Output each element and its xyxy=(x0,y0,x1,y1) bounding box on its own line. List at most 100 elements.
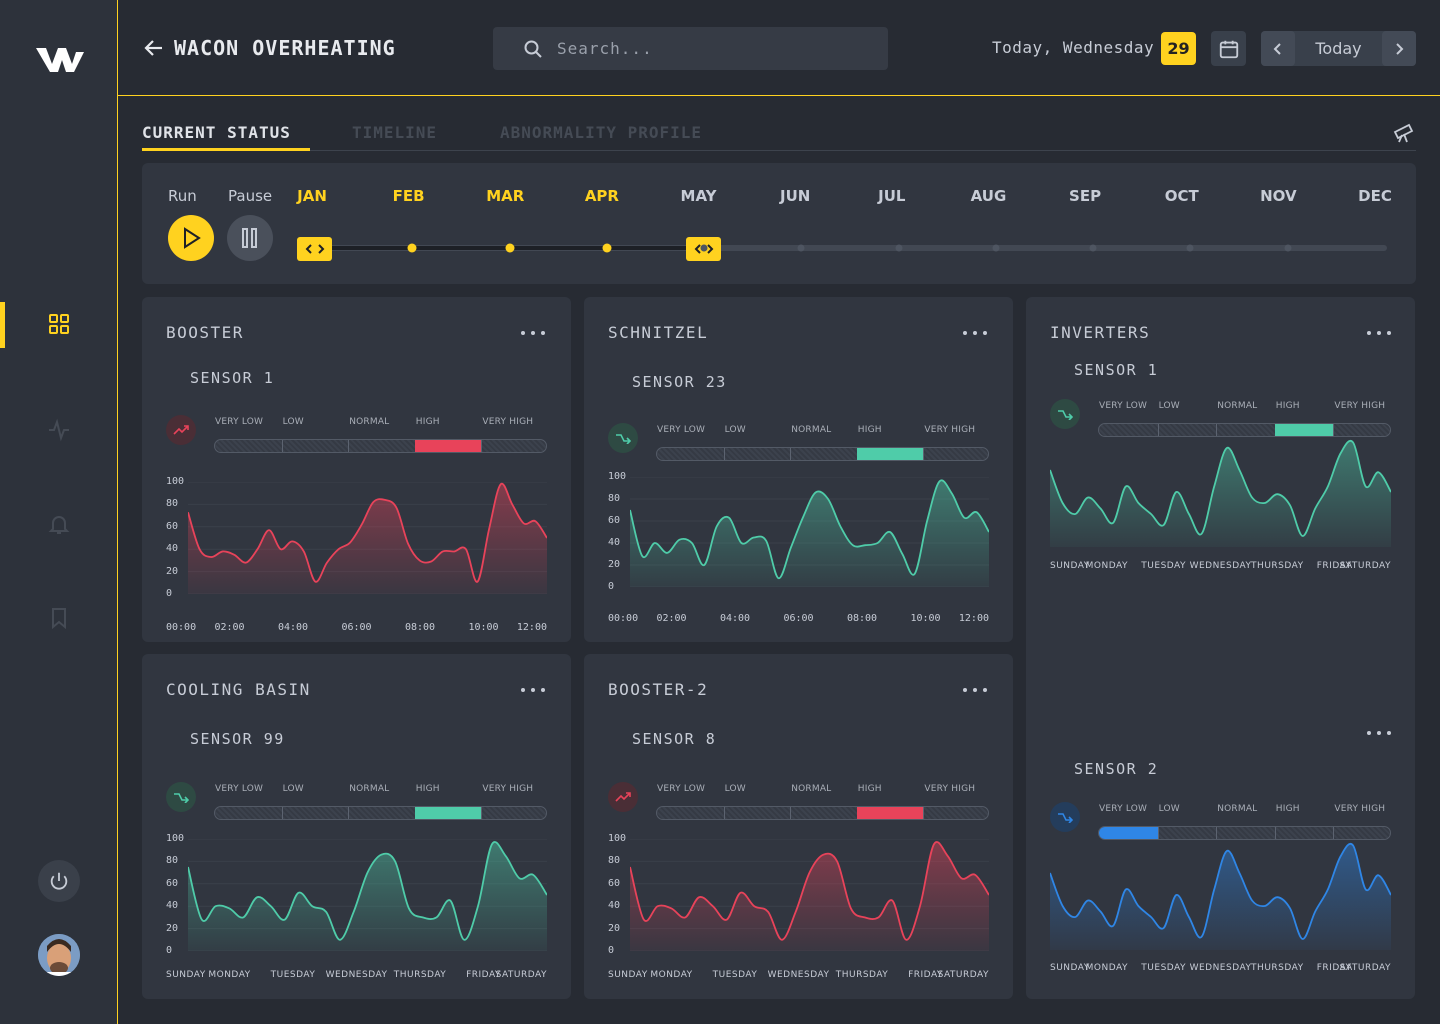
search-icon xyxy=(524,40,542,58)
month-label-dec[interactable]: DEC xyxy=(1358,187,1392,205)
calendar-button[interactable] xyxy=(1211,31,1246,66)
series-area xyxy=(630,480,989,587)
next-date-button[interactable] xyxy=(1382,31,1416,66)
x-axis-tick-label: 00:00 xyxy=(166,622,197,633)
y-axis-tick-label: 40 xyxy=(608,900,621,912)
current-date-label: Today, Wednesday xyxy=(992,38,1155,57)
scale-label: HIGH xyxy=(857,425,882,435)
scale-tick xyxy=(1157,424,1159,436)
scale-label: NORMAL xyxy=(1217,804,1258,814)
sensor-label: SENSOR 2 xyxy=(1074,760,1159,778)
chevron-right-icon xyxy=(1396,42,1404,55)
scale-label: NORMAL xyxy=(791,784,832,794)
timeline-month-marker xyxy=(1186,244,1194,252)
series-area xyxy=(188,841,547,951)
activity-nav-item[interactable] xyxy=(0,406,118,454)
month-label-mar[interactable]: MAR xyxy=(486,187,524,205)
scale-label: NORMAL xyxy=(791,425,832,435)
scale-tick xyxy=(723,448,725,460)
sensor-card: COOLING BASIN SENSOR 99 VERY LOW LOW NORMAL H… xyxy=(142,654,571,999)
more-options-icon[interactable] xyxy=(521,328,545,338)
more-options-icon[interactable] xyxy=(963,685,987,695)
more-options-icon[interactable] xyxy=(1367,728,1391,738)
card-title: INVERTERS xyxy=(1050,323,1151,342)
tab-timeline[interactable]: TIMELINE xyxy=(352,123,437,142)
scale-tick xyxy=(348,807,350,819)
previous-date-button[interactable] xyxy=(1261,31,1295,66)
scale-label: VERY HIGH xyxy=(1334,804,1386,814)
more-options-icon[interactable] xyxy=(963,328,987,338)
search-input[interactable] xyxy=(557,39,857,58)
scale-label: HIGH xyxy=(857,784,882,794)
search-bar[interactable] xyxy=(493,27,888,70)
user-avatar[interactable] xyxy=(38,934,80,976)
trend-up-icon xyxy=(166,415,196,445)
y-axis-tick-label: 20 xyxy=(608,559,621,570)
month-label-jul[interactable]: JUL xyxy=(878,187,905,205)
app-logo[interactable] xyxy=(36,44,84,74)
pause-button[interactable] xyxy=(227,215,273,261)
current-level-indicator xyxy=(856,807,924,819)
y-axis-tick-label: 0 xyxy=(608,581,615,592)
card-title: COOLING BASIN xyxy=(166,680,311,699)
y-axis-tick-label: 80 xyxy=(166,855,179,867)
sensor-area-chart xyxy=(188,839,547,951)
month-label-jun[interactable]: JUN xyxy=(780,187,810,205)
scale-tick xyxy=(1157,827,1159,839)
month-label-nov[interactable]: NOV xyxy=(1260,187,1297,205)
scale-label: VERY HIGH xyxy=(924,784,976,794)
dashboard-nav-item[interactable] xyxy=(0,300,118,348)
timeline-month-marker xyxy=(895,244,903,252)
scale-label: HIGH xyxy=(1275,804,1300,814)
run-button[interactable] xyxy=(168,215,214,261)
level-scale xyxy=(214,806,547,820)
telescope-icon[interactable] xyxy=(1392,120,1416,144)
month-label-apr[interactable]: APR xyxy=(585,187,619,205)
scale-label: NORMAL xyxy=(349,417,390,427)
month-label-oct[interactable]: OCT xyxy=(1165,187,1199,205)
y-axis-tick-label: 80 xyxy=(608,855,621,867)
more-options-icon[interactable] xyxy=(1367,328,1391,338)
level-scale xyxy=(1098,423,1391,437)
month-label-sep[interactable]: SEP xyxy=(1069,187,1101,205)
x-axis-tick-label: WEDNESDAY xyxy=(325,970,388,980)
timeline-month-marker xyxy=(992,244,1000,252)
tab-current-status[interactable]: CURRENT STATUS xyxy=(142,123,291,142)
sensor-area-chart xyxy=(1050,842,1391,950)
range-start-handle[interactable] xyxy=(297,237,332,261)
active-tab-indicator xyxy=(142,148,310,151)
notifications-nav-item[interactable] xyxy=(0,500,118,548)
x-axis-tick-label: SUNDAY xyxy=(1050,963,1090,973)
tab-abnormality-profile[interactable]: ABNORMALITY PROFILE xyxy=(500,123,702,142)
y-axis-tick-label: 0 xyxy=(608,945,615,956)
back-arrow-icon[interactable] xyxy=(144,38,164,58)
scale-tick xyxy=(923,448,925,460)
x-axis-tick-label: 12:00 xyxy=(958,613,989,624)
sensor-label: SENSOR 1 xyxy=(1074,361,1159,379)
today-button[interactable]: Today xyxy=(1295,39,1382,58)
scale-label: VERY LOW xyxy=(657,425,706,435)
bookmarks-nav-item[interactable] xyxy=(0,594,118,642)
sensor-area-chart xyxy=(630,477,989,587)
y-axis-tick-label: 80 xyxy=(166,498,179,510)
x-axis-tick-label: THURSDAY xyxy=(1251,561,1304,571)
x-axis-tick-label: TUESDAY xyxy=(270,970,316,980)
x-axis-tick-label: SATURDAY xyxy=(495,970,547,980)
scale-tick xyxy=(481,440,483,452)
scale-label: HIGH xyxy=(1275,401,1300,411)
current-level-indicator xyxy=(414,807,482,819)
current-level-indicator xyxy=(1099,827,1158,839)
scale-tick xyxy=(790,807,792,819)
month-label-aug[interactable]: AUG xyxy=(971,187,1007,205)
timeline-month-marker xyxy=(1089,244,1097,252)
power-button[interactable] xyxy=(38,860,80,902)
timeline-month-marker xyxy=(700,244,708,252)
trend-down-icon xyxy=(1050,802,1080,832)
month-label-may[interactable]: MAY xyxy=(681,187,717,205)
x-axis-tick-label: SUNDAY xyxy=(608,970,648,980)
timeline-month-marker xyxy=(797,244,805,252)
month-label-feb[interactable]: FEB xyxy=(393,187,425,205)
month-label-jan[interactable]: JAN xyxy=(297,187,327,205)
timeline-month-marker xyxy=(407,243,417,253)
more-options-icon[interactable] xyxy=(521,685,545,695)
